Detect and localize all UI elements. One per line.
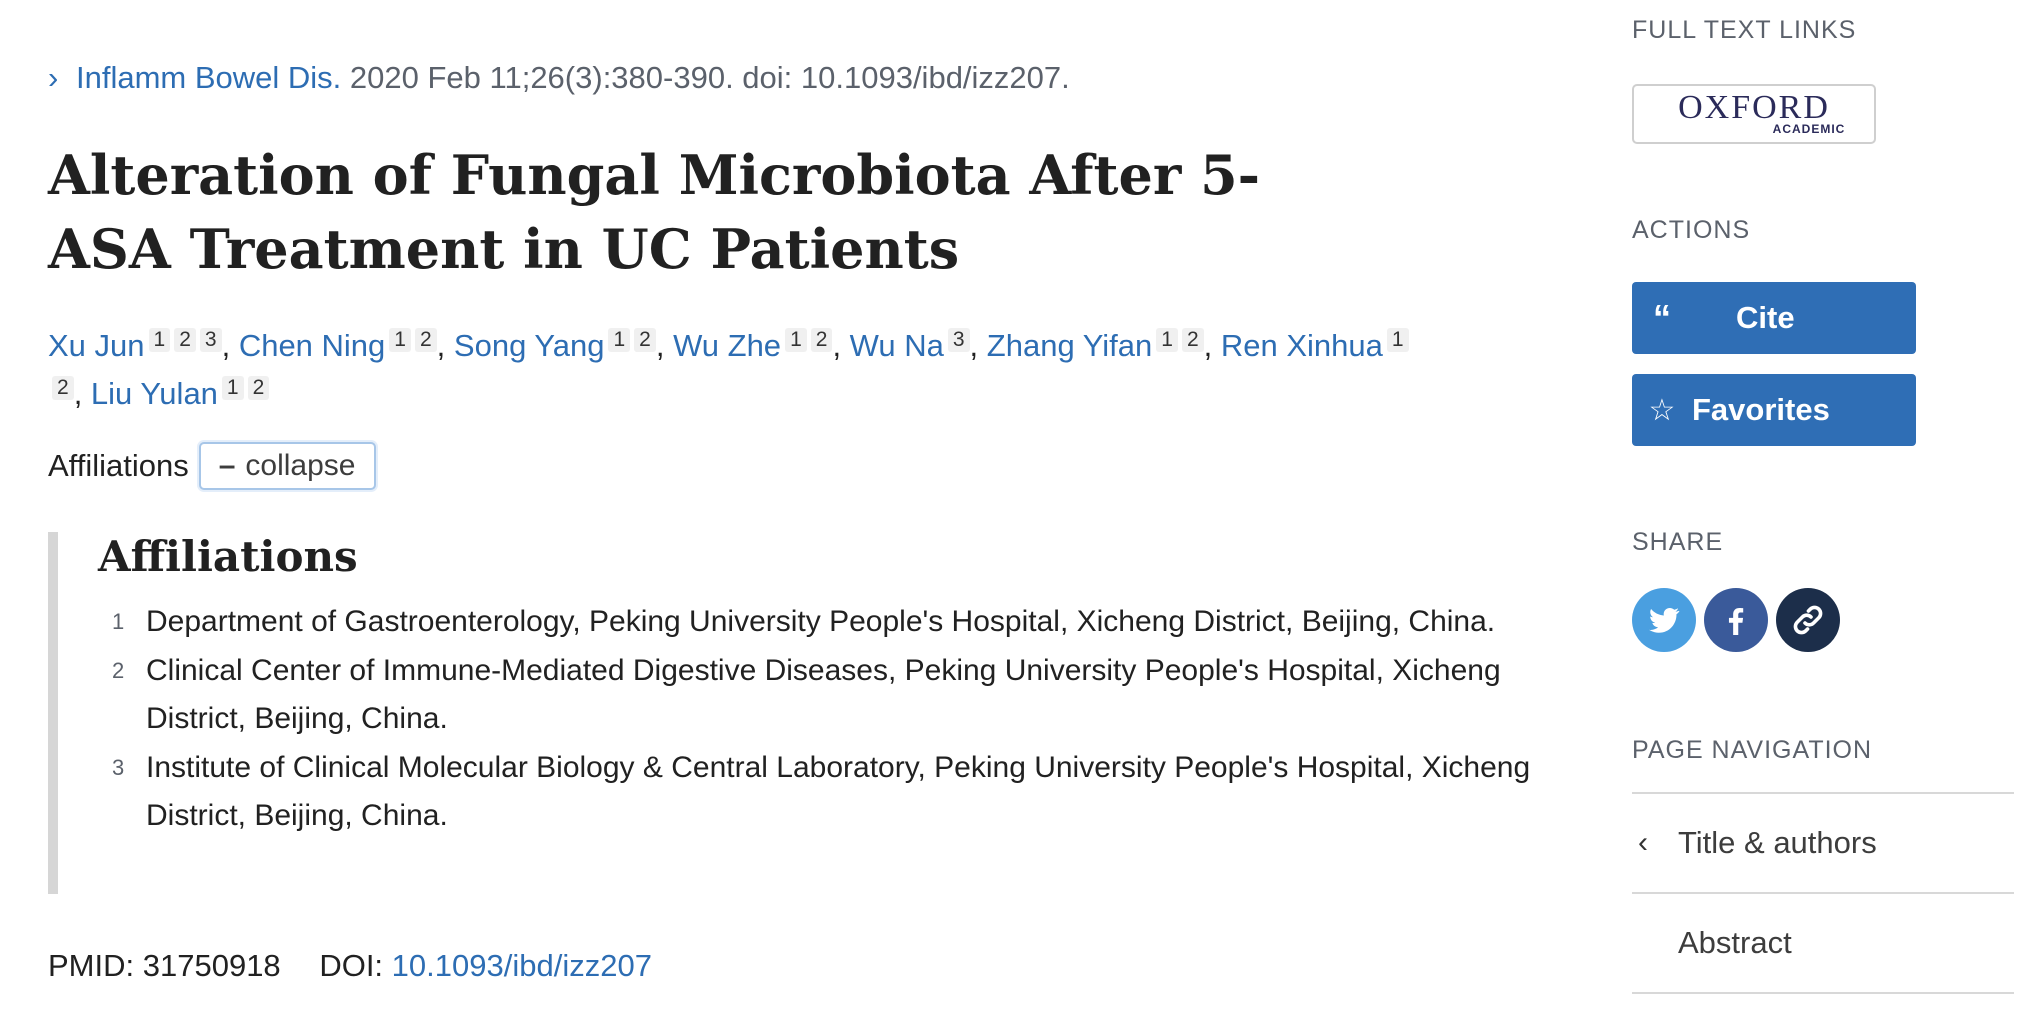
affiliation-ref-badge[interactable]: 3 — [199, 328, 222, 352]
star-icon: ☆ — [1648, 393, 1676, 427]
doi-link[interactable]: 10.1093/ibd/izz207 — [392, 948, 652, 983]
share-heading: SHARE — [1632, 528, 1724, 556]
author-separator: , — [832, 328, 850, 363]
affiliation-ref-badge[interactable]: 1 — [148, 328, 171, 352]
author-separator: , — [436, 328, 454, 363]
chevron-right-icon[interactable]: › — [48, 60, 76, 96]
nav-item-abstract[interactable]: Abstract — [1632, 892, 2014, 994]
quote-icon: “ — [1653, 297, 1671, 338]
author-list: Xu Jun 1 2 3, Chen Ning 1 2, Song Yang 1 2, Wu … — [48, 322, 1428, 418]
facebook-share-button[interactable] — [1704, 588, 1768, 652]
author-link[interactable]: Chen Ning — [239, 328, 385, 363]
author-link[interactable]: Wu Na — [850, 328, 944, 363]
chevron-left-icon: ‹ — [1638, 826, 1648, 859]
affiliation-text: Clinical Center of Immune-Mediated Diges… — [146, 654, 1501, 735]
twitter-icon — [1649, 607, 1680, 633]
author-separator: , — [73, 376, 91, 411]
affiliation-ref-badge[interactable]: 1 — [389, 328, 411, 352]
journal-link[interactable]: Inflamm Bowel Dis. — [76, 60, 341, 95]
author-link[interactable]: Wu Zhe — [673, 328, 781, 363]
affiliation-number: 2 — [112, 658, 125, 683]
page-navigation: ‹ Title & authors Abstract — [1632, 792, 2014, 994]
affiliation-ref-badge[interactable]: 2 — [174, 328, 196, 352]
facebook-icon — [1728, 608, 1744, 635]
affiliation-ref-badge[interactable]: 1 — [1386, 328, 1409, 352]
collapse-affiliations-button[interactable]: – collapse — [198, 442, 376, 490]
share-buttons — [1632, 588, 1840, 652]
author-link[interactable]: Liu Yulan — [91, 376, 218, 411]
affiliation-ref-badge[interactable]: 2 — [1181, 328, 1204, 352]
affiliation-ref-badge[interactable]: 2 — [52, 376, 74, 400]
affiliation-ref-badge[interactable]: 2 — [247, 376, 270, 400]
author-link[interactable]: Song Yang — [454, 328, 605, 363]
article-title: Alteration of Fungal Microbiota After 5-… — [48, 143, 1261, 281]
nav-item-label: Title & authors — [1678, 825, 1877, 860]
affiliation-item: 3 Institute of Clinical Molecular Biolog… — [98, 744, 1538, 840]
affiliations-list: 1 Department of Gastroenterology, Peking… — [98, 598, 1538, 841]
affiliations-heading: Affiliations — [98, 532, 358, 581]
nav-item-title-authors[interactable]: ‹ Title & authors — [1632, 792, 2014, 892]
affiliation-ref-badge[interactable]: 1 — [1156, 328, 1178, 352]
author-link[interactable]: Zhang Yifan — [987, 328, 1152, 363]
nav-item-label: Abstract — [1678, 925, 1792, 960]
full-text-links-heading: FULL TEXT LINKS — [1632, 16, 1857, 44]
doi-label: DOI: — [319, 948, 384, 983]
collapse-label: collapse — [245, 449, 356, 482]
affiliation-text: Department of Gastroenterology, Peking U… — [146, 605, 1496, 638]
affiliation-item: 2 Clinical Center of Immune-Mediated Dig… — [98, 647, 1538, 743]
affiliation-text: Institute of Clinical Molecular Biology … — [146, 751, 1531, 832]
author-separator: , — [221, 328, 239, 363]
affiliations-label: Affiliations — [48, 448, 189, 483]
author-link[interactable]: Xu Jun — [48, 328, 145, 363]
twitter-share-button[interactable] — [1632, 588, 1696, 652]
copy-link-button[interactable] — [1776, 588, 1840, 652]
author-separator: , — [1203, 328, 1221, 363]
actions-heading: ACTIONS — [1632, 216, 1751, 244]
oxford-academic-link[interactable]: OXFORD ACADEMIC — [1632, 84, 1876, 144]
cite-label: Cite — [1736, 300, 1795, 335]
page-navigation-heading: PAGE NAVIGATION — [1632, 736, 1873, 764]
affiliations-toggle-row: Affiliations – collapse — [48, 442, 376, 490]
affiliation-number: 1 — [112, 609, 125, 634]
affiliation-ref-badge[interactable]: 2 — [414, 328, 437, 352]
link-icon — [1793, 605, 1823, 635]
favorites-button[interactable]: ☆ Favorites — [1632, 374, 1916, 446]
cite-button[interactable]: “ Cite — [1632, 282, 1916, 354]
author-link[interactable]: Ren Xinhua — [1221, 328, 1383, 363]
affiliations-panel: Affiliations 1 Department of Gastroenter… — [48, 532, 1530, 894]
affiliation-number: 3 — [112, 755, 125, 780]
minus-icon: – — [218, 449, 236, 482]
favorites-label: Favorites — [1692, 392, 1830, 427]
pmid-label: PMID: — [48, 948, 135, 983]
journal-citation: › Inflamm Bowel Dis. 2020 Feb 11;26(3):38… — [48, 60, 1070, 96]
affiliation-ref-badge[interactable]: 2 — [810, 328, 833, 352]
affiliation-ref-badge[interactable]: 2 — [634, 328, 656, 352]
article-identifiers: PMID: 31750918 DOI: 10.1093/ibd/izz207 — [48, 948, 652, 984]
affiliation-ref-badge[interactable]: 3 — [947, 328, 970, 352]
author-separator: , — [969, 328, 987, 363]
pmid-value: 31750918 — [142, 948, 281, 983]
affiliation-ref-badge[interactable]: 1 — [785, 328, 807, 352]
citation-details: 2020 Feb 11;26(3):380-390. doi: 10.1093/… — [349, 60, 1070, 95]
author-separator: , — [655, 328, 674, 363]
affiliation-ref-badge[interactable]: 1 — [221, 376, 244, 400]
affiliation-item: 1 Department of Gastroenterology, Peking… — [98, 598, 1538, 646]
affiliation-ref-badge[interactable]: 1 — [608, 328, 631, 352]
